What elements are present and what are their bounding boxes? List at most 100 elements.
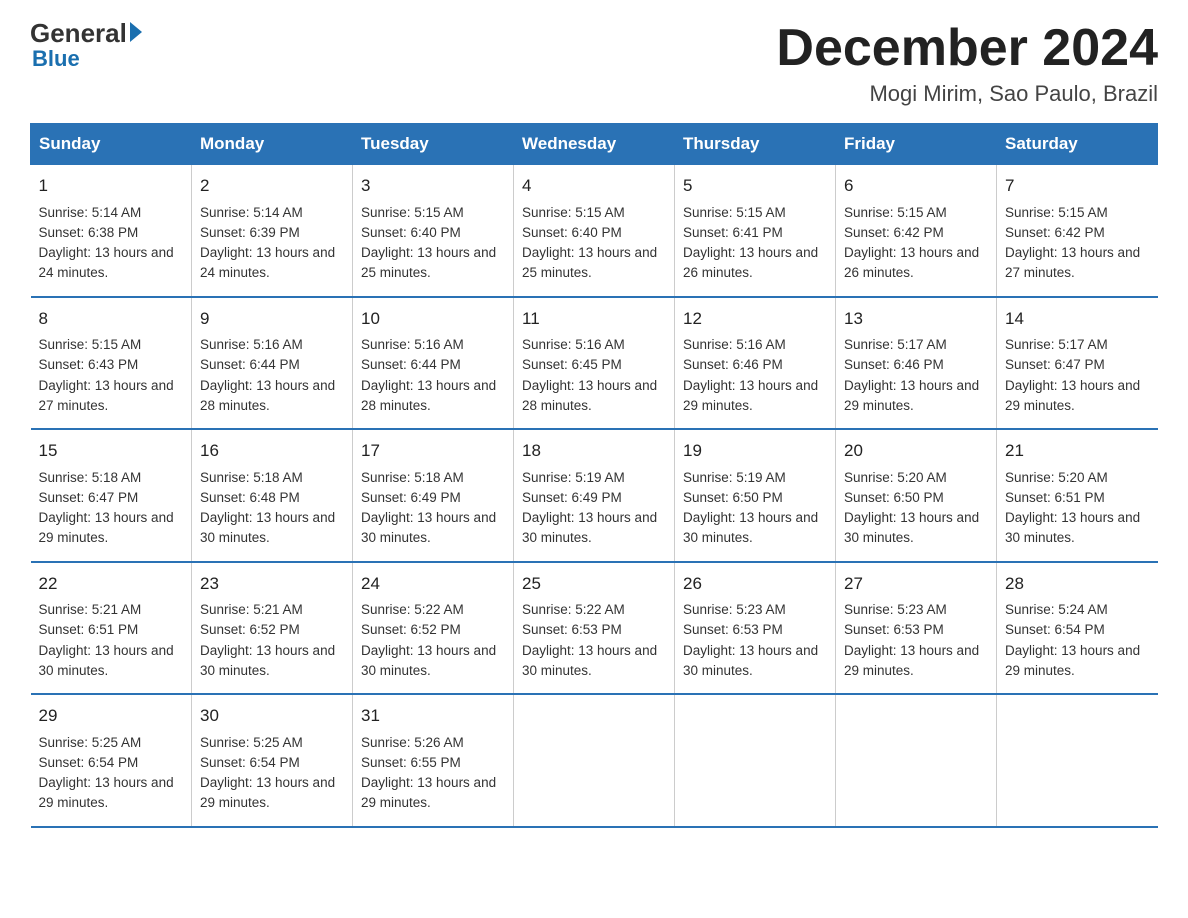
day-info: Sunrise: 5:26 AMSunset: 6:55 PMDaylight:… (361, 735, 496, 811)
calendar-week-row: 29 Sunrise: 5:25 AMSunset: 6:54 PMDayligh… (31, 694, 1158, 827)
calendar-cell: 2 Sunrise: 5:14 AMSunset: 6:39 PMDaylight… (192, 165, 353, 297)
calendar-cell: 11 Sunrise: 5:16 AMSunset: 6:45 PMDayligh… (514, 297, 675, 430)
day-info: Sunrise: 5:19 AMSunset: 6:50 PMDaylight:… (683, 470, 818, 546)
day-number: 10 (361, 306, 505, 332)
day-info: Sunrise: 5:14 AMSunset: 6:39 PMDaylight:… (200, 205, 335, 281)
day-info: Sunrise: 5:25 AMSunset: 6:54 PMDaylight:… (200, 735, 335, 811)
day-info: Sunrise: 5:15 AMSunset: 6:40 PMDaylight:… (522, 205, 657, 281)
day-info: Sunrise: 5:22 AMSunset: 6:53 PMDaylight:… (522, 602, 657, 678)
day-number: 5 (683, 173, 827, 199)
calendar-cell: 17 Sunrise: 5:18 AMSunset: 6:49 PMDayligh… (353, 429, 514, 562)
day-number: 15 (39, 438, 184, 464)
logo-triangle-icon (130, 22, 142, 42)
day-info: Sunrise: 5:21 AMSunset: 6:52 PMDaylight:… (200, 602, 335, 678)
calendar-title: December 2024 (776, 20, 1158, 77)
calendar-cell: 3Sunrise: 5:15 AMSunset: 6:40 PMDaylight… (353, 165, 514, 297)
calendar-cell: 22Sunrise: 5:21 AMSunset: 6:51 PMDayligh… (31, 562, 192, 695)
day-info: Sunrise: 5:24 AMSunset: 6:54 PMDaylight:… (1005, 602, 1140, 678)
day-number: 13 (844, 306, 988, 332)
calendar-cell: 20 Sunrise: 5:20 AMSunset: 6:50 PMDayligh… (836, 429, 997, 562)
day-info: Sunrise: 5:23 AMSunset: 6:53 PMDaylight:… (683, 602, 818, 678)
calendar-cell: 1 Sunrise: 5:14 AMSunset: 6:38 PMDaylight… (31, 165, 192, 297)
day-number: 28 (1005, 571, 1150, 597)
day-number: 22 (39, 571, 184, 597)
col-header-monday: Monday (192, 124, 353, 165)
day-number: 29 (39, 703, 184, 729)
calendar-table: SundayMondayTuesdayWednesdayThursdayFrid… (30, 123, 1158, 828)
day-info: Sunrise: 5:18 AMSunset: 6:47 PMDaylight:… (39, 470, 174, 546)
day-info: Sunrise: 5:16 AMSunset: 6:46 PMDaylight:… (683, 337, 818, 413)
calendar-cell: 30 Sunrise: 5:25 AMSunset: 6:54 PMDayligh… (192, 694, 353, 827)
calendar-cell: 19 Sunrise: 5:19 AMSunset: 6:50 PMDayligh… (675, 429, 836, 562)
calendar-cell: 13Sunrise: 5:17 AMSunset: 6:46 PMDayligh… (836, 297, 997, 430)
day-number: 7 (1005, 173, 1150, 199)
calendar-cell (675, 694, 836, 827)
day-info: Sunrise: 5:16 AMSunset: 6:44 PMDaylight:… (361, 337, 496, 413)
day-info: Sunrise: 5:23 AMSunset: 6:53 PMDaylight:… (844, 602, 979, 678)
day-info: Sunrise: 5:20 AMSunset: 6:50 PMDaylight:… (844, 470, 979, 546)
day-info: Sunrise: 5:15 AMSunset: 6:41 PMDaylight:… (683, 205, 818, 281)
calendar-cell (836, 694, 997, 827)
day-info: Sunrise: 5:19 AMSunset: 6:49 PMDaylight:… (522, 470, 657, 546)
calendar-cell (514, 694, 675, 827)
day-number: 19 (683, 438, 827, 464)
page-header: General Blue December 2024 Mogi Mirim, S… (30, 20, 1158, 107)
calendar-cell: 16 Sunrise: 5:18 AMSunset: 6:48 PMDayligh… (192, 429, 353, 562)
calendar-week-row: 15 Sunrise: 5:18 AMSunset: 6:47 PMDayligh… (31, 429, 1158, 562)
calendar-cell: 27 Sunrise: 5:23 AMSunset: 6:53 PMDayligh… (836, 562, 997, 695)
day-info: Sunrise: 5:20 AMSunset: 6:51 PMDaylight:… (1005, 470, 1140, 546)
day-number: 8 (39, 306, 184, 332)
calendar-cell: 12 Sunrise: 5:16 AMSunset: 6:46 PMDayligh… (675, 297, 836, 430)
calendar-cell: 15 Sunrise: 5:18 AMSunset: 6:47 PMDayligh… (31, 429, 192, 562)
day-number: 4 (522, 173, 666, 199)
day-number: 2 (200, 173, 344, 199)
day-number: 1 (39, 173, 184, 199)
day-info: Sunrise: 5:18 AMSunset: 6:49 PMDaylight:… (361, 470, 496, 546)
day-number: 9 (200, 306, 344, 332)
day-number: 30 (200, 703, 344, 729)
calendar-cell: 29 Sunrise: 5:25 AMSunset: 6:54 PMDayligh… (31, 694, 192, 827)
day-info: Sunrise: 5:18 AMSunset: 6:48 PMDaylight:… (200, 470, 335, 546)
day-number: 26 (683, 571, 827, 597)
day-number: 18 (522, 438, 666, 464)
calendar-week-row: 1 Sunrise: 5:14 AMSunset: 6:38 PMDaylight… (31, 165, 1158, 297)
col-header-wednesday: Wednesday (514, 124, 675, 165)
col-header-tuesday: Tuesday (353, 124, 514, 165)
day-number: 23 (200, 571, 344, 597)
calendar-cell: 18 Sunrise: 5:19 AMSunset: 6:49 PMDayligh… (514, 429, 675, 562)
calendar-cell: 4 Sunrise: 5:15 AMSunset: 6:40 PMDaylight… (514, 165, 675, 297)
day-number: 21 (1005, 438, 1150, 464)
day-info: Sunrise: 5:25 AMSunset: 6:54 PMDaylight:… (39, 735, 174, 811)
day-info: Sunrise: 5:16 AMSunset: 6:44 PMDaylight:… (200, 337, 335, 413)
day-number: 16 (200, 438, 344, 464)
calendar-cell: 8 Sunrise: 5:15 AMSunset: 6:43 PMDaylight… (31, 297, 192, 430)
day-number: 11 (522, 306, 666, 332)
title-block: December 2024 Mogi Mirim, Sao Paulo, Bra… (776, 20, 1158, 107)
day-info: Sunrise: 5:15 AMSunset: 6:42 PMDaylight:… (1005, 205, 1140, 281)
calendar-cell: 23 Sunrise: 5:21 AMSunset: 6:52 PMDayligh… (192, 562, 353, 695)
day-number: 12 (683, 306, 827, 332)
day-number: 17 (361, 438, 505, 464)
day-number: 24 (361, 571, 505, 597)
calendar-cell: 7 Sunrise: 5:15 AMSunset: 6:42 PMDaylight… (997, 165, 1158, 297)
logo-general-text: General (30, 20, 127, 46)
calendar-cell (997, 694, 1158, 827)
day-number: 31 (361, 703, 505, 729)
calendar-cell: 5 Sunrise: 5:15 AMSunset: 6:41 PMDaylight… (675, 165, 836, 297)
day-number: 27 (844, 571, 988, 597)
day-info: Sunrise: 5:14 AMSunset: 6:38 PMDaylight:… (39, 205, 174, 281)
calendar-cell: 31 Sunrise: 5:26 AMSunset: 6:55 PMDayligh… (353, 694, 514, 827)
calendar-week-row: 8 Sunrise: 5:15 AMSunset: 6:43 PMDaylight… (31, 297, 1158, 430)
day-info: Sunrise: 5:15 AMSunset: 6:43 PMDaylight:… (39, 337, 174, 413)
day-info: Sunrise: 5:15 AMSunset: 6:42 PMDaylight:… (844, 205, 979, 281)
day-info: Sunrise: 5:16 AMSunset: 6:45 PMDaylight:… (522, 337, 657, 413)
day-info: Sunrise: 5:22 AMSunset: 6:52 PMDaylight:… (361, 602, 496, 678)
logo: General Blue (30, 20, 142, 72)
day-info: Sunrise: 5:15 AMSunset: 6:40 PMDaylight:… (361, 205, 496, 281)
col-header-thursday: Thursday (675, 124, 836, 165)
calendar-week-row: 22Sunrise: 5:21 AMSunset: 6:51 PMDayligh… (31, 562, 1158, 695)
logo-blue-text: Blue (32, 46, 80, 72)
col-header-friday: Friday (836, 124, 997, 165)
calendar-cell: 9 Sunrise: 5:16 AMSunset: 6:44 PMDaylight… (192, 297, 353, 430)
day-number: 20 (844, 438, 988, 464)
